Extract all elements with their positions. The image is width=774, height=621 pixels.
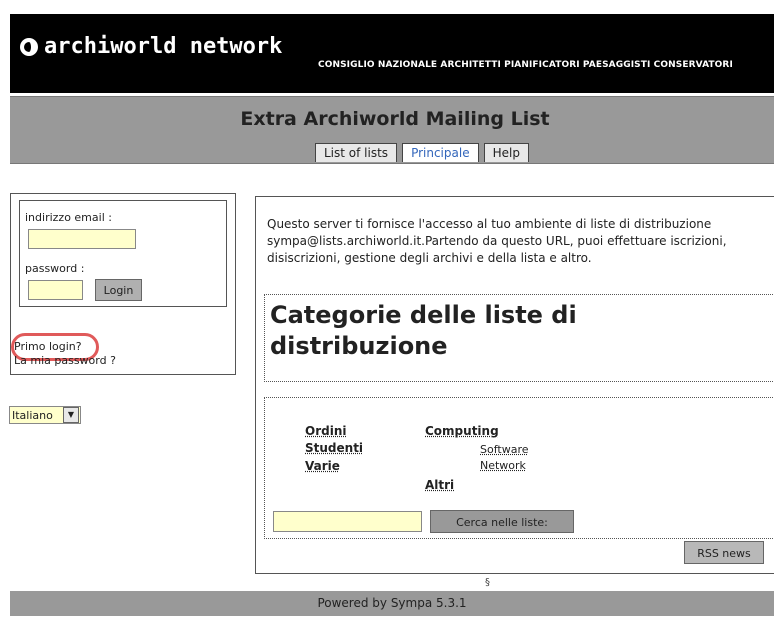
category-ordini[interactable]: Ordini [305,424,346,438]
email-label: indirizzo email : [25,211,112,224]
tab-help[interactable]: Help [483,143,529,162]
password-label: password : [25,262,85,275]
list-title: Extra Archiworld Mailing List [240,108,550,130]
language-selected: Italiano [12,408,53,422]
logo-mark-icon [20,37,38,56]
forgot-password-link[interactable]: La mia password ? [14,354,116,367]
first-login-link[interactable]: Primo login? [14,340,82,353]
category-varie[interactable]: Varie [305,459,340,473]
section-mark: § [485,577,490,588]
tab-principale[interactable]: Principale [402,143,479,162]
logo-text: archiworld network [44,34,283,59]
category-altri[interactable]: Altri [425,478,454,492]
password-input[interactable] [28,280,83,300]
tab-list-of-lists[interactable]: List of lists [315,143,398,162]
search-input[interactable] [273,511,422,532]
subcategory-software[interactable]: Software [480,443,529,456]
header-subtitle: CONSIGLIO NAZIONALE ARCHITETTI PIANIFICA… [318,60,733,70]
category-studenti[interactable]: Studenti [305,441,363,455]
subcategory-network[interactable]: Network [480,459,526,472]
intro-text: Questo server ti fornisce l'accesso al t… [267,217,727,265]
search-button[interactable]: Cerca nelle liste: [430,510,574,533]
site-logo[interactable]: archiworld network [20,34,282,59]
tab-bar: List of lists Principale Help [315,143,529,162]
categories-title: Categorie delle liste di distribuzione [270,301,577,360]
rss-news-button[interactable]: RSS news [684,541,764,564]
email-input[interactable] [28,229,136,249]
chevron-down-icon[interactable]: ▼ [63,407,79,423]
footer: Powered by Sympa 5.3.1 [10,591,774,616]
language-select[interactable]: Italiano ▼ [9,406,81,424]
category-computing[interactable]: Computing [425,424,499,438]
login-button[interactable]: Login [95,279,142,301]
